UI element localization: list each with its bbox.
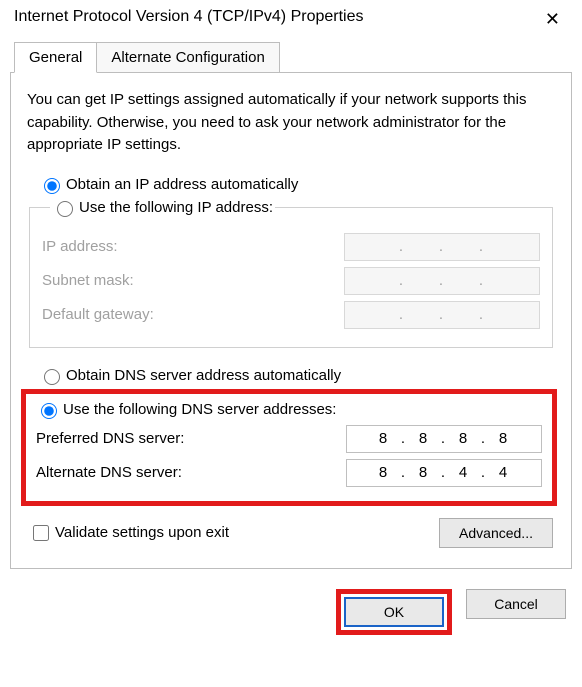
radio-obtain-ip-auto-input[interactable] bbox=[44, 178, 60, 194]
radio-obtain-dns-auto-input[interactable] bbox=[44, 369, 60, 385]
close-icon[interactable]: ✕ bbox=[537, 8, 568, 30]
alt-dns-seg-0: 8 bbox=[369, 464, 399, 481]
input-preferred-dns[interactable]: 8. 8. 8. 8 bbox=[346, 425, 542, 453]
ip-dot: . bbox=[439, 464, 449, 481]
radio-obtain-ip-auto-label: Obtain an IP address automatically bbox=[66, 176, 298, 193]
radio-use-following-ip[interactable]: Use the following IP address: bbox=[52, 198, 273, 217]
radio-obtain-ip-auto[interactable]: Obtain an IP address automatically bbox=[39, 175, 557, 194]
alt-dns-seg-3: 4 bbox=[489, 464, 519, 481]
ip-dot: . bbox=[477, 306, 487, 323]
ip-dot: . bbox=[479, 464, 489, 481]
ip-dot: . bbox=[477, 272, 487, 289]
ip-dot: . bbox=[437, 272, 447, 289]
checkbox-validate-settings-label: Validate settings upon exit bbox=[55, 524, 229, 541]
pref-dns-seg-2: 8 bbox=[449, 430, 479, 447]
advanced-button[interactable]: Advanced... bbox=[439, 518, 553, 548]
radio-use-following-dns-input[interactable] bbox=[41, 403, 57, 419]
ip-dot: . bbox=[477, 238, 487, 255]
highlight-dns-settings: Use the following DNS server addresses: … bbox=[21, 389, 557, 506]
label-alternate-dns: Alternate DNS server: bbox=[36, 464, 346, 481]
input-gateway: . . . bbox=[344, 301, 540, 329]
radio-use-following-ip-label: Use the following IP address: bbox=[79, 199, 273, 216]
radio-obtain-dns-auto[interactable]: Obtain DNS server address automatically bbox=[39, 366, 557, 385]
alt-dns-seg-1: 8 bbox=[409, 464, 439, 481]
tab-strip: General Alternate Configuration bbox=[10, 42, 572, 73]
cancel-button[interactable]: Cancel bbox=[466, 589, 566, 619]
highlight-ok-button: OK bbox=[336, 589, 452, 635]
ip-dot: . bbox=[439, 430, 449, 447]
radio-use-following-dns[interactable]: Use the following DNS server addresses: bbox=[36, 400, 542, 419]
ip-dot: . bbox=[399, 430, 409, 447]
intro-text: You can get IP settings assigned automat… bbox=[27, 89, 555, 157]
radio-use-following-dns-label: Use the following DNS server addresses: bbox=[63, 401, 336, 418]
alt-dns-seg-2: 4 bbox=[449, 464, 479, 481]
ip-dot: . bbox=[399, 464, 409, 481]
pref-dns-seg-1: 8 bbox=[409, 430, 439, 447]
ok-button[interactable]: OK bbox=[344, 597, 444, 627]
ip-dot: . bbox=[397, 238, 407, 255]
pref-dns-seg-3: 8 bbox=[489, 430, 519, 447]
tab-alternate-configuration[interactable]: Alternate Configuration bbox=[97, 42, 279, 72]
label-preferred-dns: Preferred DNS server: bbox=[36, 430, 346, 447]
input-subnet: . . . bbox=[344, 267, 540, 295]
pref-dns-seg-0: 8 bbox=[369, 430, 399, 447]
ip-dot: . bbox=[437, 306, 447, 323]
radio-use-following-ip-input[interactable] bbox=[57, 201, 73, 217]
label-subnet: Subnet mask: bbox=[42, 272, 344, 289]
ip-dot: . bbox=[397, 272, 407, 289]
ip-dot: . bbox=[479, 430, 489, 447]
input-ip-address: . . . bbox=[344, 233, 540, 261]
checkbox-validate-settings-input[interactable] bbox=[33, 525, 49, 541]
label-ip-address: IP address: bbox=[42, 238, 344, 255]
group-use-following-ip: Use the following IP address: IP address… bbox=[29, 198, 553, 348]
checkbox-validate-settings[interactable]: Validate settings upon exit bbox=[29, 522, 229, 544]
input-alternate-dns[interactable]: 8. 8. 4. 4 bbox=[346, 459, 542, 487]
tab-panel-general: You can get IP settings assigned automat… bbox=[10, 73, 572, 569]
radio-obtain-dns-auto-label: Obtain DNS server address automatically bbox=[66, 367, 341, 384]
ip-dot: . bbox=[397, 306, 407, 323]
ip-dot: . bbox=[437, 238, 447, 255]
window-title: Internet Protocol Version 4 (TCP/IPv4) P… bbox=[14, 8, 363, 26]
label-gateway: Default gateway: bbox=[42, 306, 344, 323]
tab-general[interactable]: General bbox=[14, 42, 97, 73]
